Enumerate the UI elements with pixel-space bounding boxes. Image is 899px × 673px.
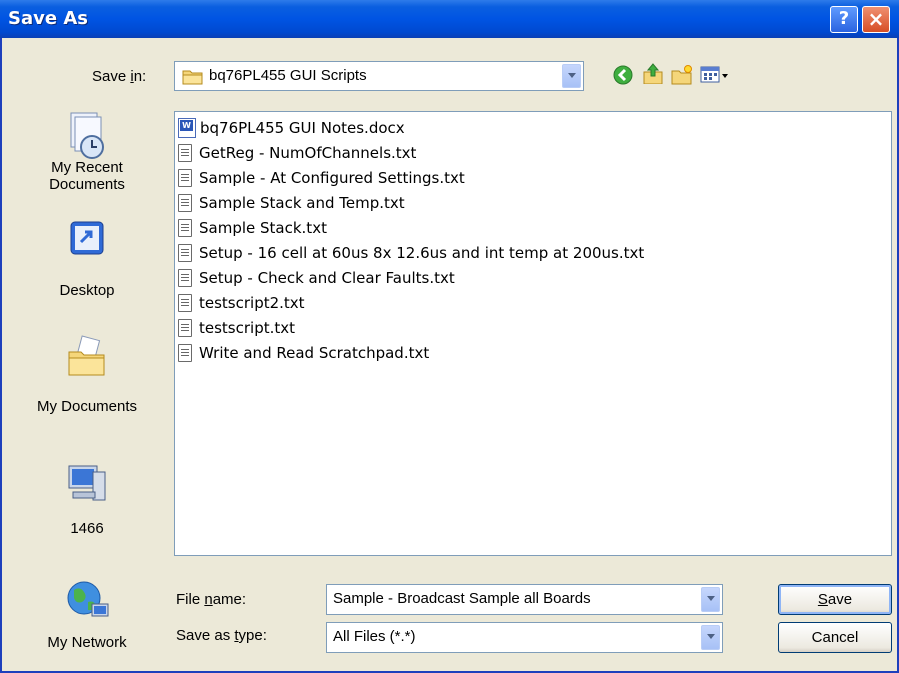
- chevron-down-icon[interactable]: [562, 64, 581, 88]
- list-item[interactable]: W bq76PL455 GUI Notes.docx: [178, 116, 405, 140]
- text-file-icon: [178, 144, 192, 162]
- text-file-icon: [178, 219, 192, 237]
- text-file-icon: [178, 294, 192, 312]
- file-list[interactable]: W bq76PL455 GUI Notes.docx GetReg - NumO…: [174, 111, 892, 556]
- desktop-icon: [70, 221, 104, 255]
- cancel-button[interactable]: Cancel: [778, 622, 892, 653]
- title-bar[interactable]: Save As ? ×: [0, 0, 899, 38]
- file-name-label: File name:: [176, 591, 247, 608]
- list-item[interactable]: Setup - 16 cell at 60us 8x 12.6us and in…: [178, 241, 644, 265]
- save-button[interactable]: Save: [778, 584, 892, 615]
- my-computer-icon: [68, 465, 106, 501]
- save-as-type-dropdown[interactable]: All Files (*.*): [326, 622, 723, 653]
- file-name: Sample - At Configured Settings.txt: [199, 169, 465, 187]
- file-name: bq76PL455 GUI Notes.docx: [200, 119, 405, 137]
- place-label: My Documents: [36, 398, 138, 415]
- list-item[interactable]: Sample Stack.txt: [178, 216, 327, 240]
- text-file-icon: [178, 244, 192, 262]
- place-label: Desktop: [59, 282, 115, 299]
- chevron-down-icon[interactable]: [701, 587, 720, 612]
- place-my-computer[interactable]: 1466: [8, 462, 166, 537]
- place-label: 1466: [70, 520, 104, 537]
- text-file-icon: [178, 269, 192, 287]
- place-label: My Network: [47, 634, 127, 651]
- file-name-value[interactable]: Sample - Broadcast Sample all Boards: [333, 590, 591, 607]
- save-as-type-label: Save as type:: [176, 627, 267, 644]
- file-name: testscript2.txt: [199, 294, 305, 312]
- dialog-title: Save As: [8, 8, 88, 29]
- save-as-type-value: All Files (*.*): [333, 628, 416, 645]
- text-file-icon: [178, 194, 192, 212]
- save-in-dropdown[interactable]: bq76PL455 GUI Scripts: [174, 61, 584, 91]
- list-item[interactable]: testscript2.txt: [178, 291, 305, 315]
- my-network-icon: [67, 581, 109, 617]
- save-as-dialog: Save As ? × Save in: bq76PL455 GUI Scrip…: [0, 0, 899, 673]
- places-bar: My Recent My Recent Documents Desktop My…: [8, 104, 166, 656]
- views-menu-icon[interactable]: [700, 64, 732, 86]
- file-name: GetReg - NumOfChannels.txt: [199, 144, 417, 162]
- list-item[interactable]: Write and Read Scratchpad.txt: [178, 341, 429, 365]
- place-my-network[interactable]: My Network: [8, 576, 166, 651]
- file-name: Setup - 16 cell at 60us 8x 12.6us and in…: [199, 244, 645, 262]
- list-item[interactable]: Setup - Check and Clear Faults.txt: [178, 266, 455, 290]
- help-button[interactable]: ?: [830, 6, 858, 33]
- file-name: Sample Stack and Temp.txt: [199, 194, 405, 212]
- list-item[interactable]: Sample Stack and Temp.txt: [178, 191, 405, 215]
- list-item[interactable]: GetReg - NumOfChannels.txt: [178, 141, 416, 165]
- place-label-line1: My Recent: [51, 159, 123, 176]
- folder-icon: [182, 70, 203, 85]
- file-name: testscript.txt: [199, 319, 296, 337]
- file-name: Write and Read Scratchpad.txt: [199, 344, 430, 362]
- list-item[interactable]: Sample - At Configured Settings.txt: [178, 166, 465, 190]
- place-label-line2b: Documents: [49, 176, 125, 193]
- file-name: Setup - Check and Clear Faults.txt: [199, 269, 455, 287]
- text-file-icon: [178, 319, 192, 337]
- list-item[interactable]: testscript.txt: [178, 316, 295, 340]
- new-folder-icon[interactable]: [670, 64, 692, 86]
- save-in-label: Save in:: [92, 68, 147, 85]
- file-name: Sample Stack.txt: [199, 219, 327, 237]
- close-button[interactable]: ×: [862, 6, 890, 33]
- text-file-icon: [178, 169, 192, 187]
- my-documents-icon: [68, 335, 105, 376]
- word-document-icon: W: [178, 118, 196, 138]
- recent-documents-icon: [70, 112, 104, 159]
- text-file-icon: [178, 344, 192, 362]
- chevron-down-icon[interactable]: [701, 625, 720, 650]
- place-my-recent-documents[interactable]: My Recent My Recent Documents: [8, 104, 166, 193]
- back-icon[interactable]: [612, 64, 634, 86]
- place-my-documents[interactable]: My Documents: [8, 334, 166, 415]
- save-in-value: bq76PL455 GUI Scripts: [209, 67, 367, 84]
- place-desktop[interactable]: Desktop: [8, 218, 166, 299]
- file-name-input[interactable]: Sample - Broadcast Sample all Boards: [326, 584, 723, 615]
- up-folder-icon[interactable]: [642, 62, 664, 84]
